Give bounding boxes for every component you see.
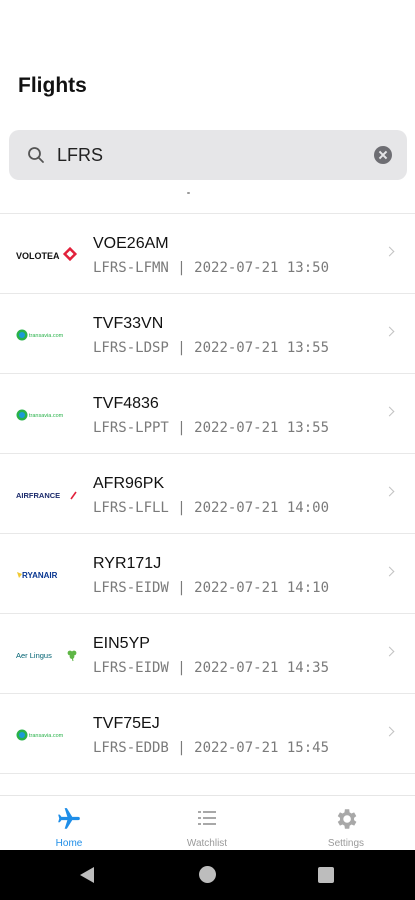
flight-row[interactable]: RYANAIR RYR171J LFRS-EIDW | 2022-07-21 1… <box>0 534 415 614</box>
flight-details: LFRS-EIDW | 2022-07-21 14:35 <box>93 660 330 676</box>
gear-icon <box>333 806 359 837</box>
air-france-logo: AIRFRANCE <box>16 484 78 506</box>
flight-callsign: TVF75EJ <box>93 715 160 732</box>
flight-row[interactable]: transavia.com TVF75EJ LFRS-EDDB | 2022-0… <box>0 694 415 774</box>
transavia-logo-text: transavia.com <box>29 413 64 419</box>
flight-callsign: TVF4836 <box>93 395 159 412</box>
home-icon[interactable] <box>199 866 216 883</box>
flight-details: LFRS-LFMN | 2022-07-21 13:50 <box>93 260 330 276</box>
flight-route: LFRS-EIDW <box>93 580 169 596</box>
flight-callsign: EIN5YP <box>93 635 150 652</box>
system-nav-bar <box>0 850 415 900</box>
flight-row[interactable]: AIRFRANCE AFR96PK LFRS-LFLL | 2022-07-21… <box>0 454 415 534</box>
ryanair-logo: RYANAIR <box>16 564 78 586</box>
tab-label: Watchlist <box>186 838 228 849</box>
flight-details: LFRS-LFLL | 2022-07-21 14:00 <box>93 500 330 516</box>
tab-home[interactable]: Home <box>0 796 138 851</box>
flight-route: LFRS-LDSP <box>93 340 169 356</box>
flight-list: VOLOTEA VOE26AM LFRS-LFMN | 2022-07-21 1… <box>0 213 415 774</box>
flight-details: LFRS-EIDW | 2022-07-21 14:10 <box>93 580 330 596</box>
tab-settings[interactable]: Settings <box>277 796 415 851</box>
recents-icon[interactable] <box>318 867 334 883</box>
flight-details: LFRS-LDSP | 2022-07-21 13:55 <box>93 340 330 356</box>
transavia-logo: transavia.com <box>16 404 78 426</box>
search-bar[interactable] <box>9 130 407 180</box>
chevron-right-icon <box>384 566 395 577</box>
flight-time: 2022-07-21 13:55 <box>194 420 330 436</box>
transavia-logo-text: transavia.com <box>29 733 64 739</box>
flight-time: 2022-07-21 14:35 <box>194 660 330 676</box>
airplane-icon <box>56 806 82 837</box>
tab-bar: Home Watchlist Settings <box>0 795 415 850</box>
chevron-right-icon <box>384 406 395 417</box>
flight-callsign: RYR171J <box>93 555 162 572</box>
flight-time: 2022-07-21 14:10 <box>194 580 330 596</box>
clear-search-icon[interactable] <box>374 146 392 164</box>
tab-label: Home <box>55 838 83 849</box>
flight-route: LFRS-EIDW <box>93 660 169 676</box>
ryanair-logo-text: RYANAIR <box>22 571 58 580</box>
flight-time: 2022-07-21 13:55 <box>194 340 330 356</box>
flight-route: LFRS-LFLL <box>93 500 169 516</box>
aer-lingus-logo: Aer Lingus <box>16 644 78 666</box>
flight-callsign: TVF33VN <box>93 315 164 332</box>
transavia-logo: transavia.com <box>16 724 78 746</box>
flight-row[interactable]: VOLOTEA VOE26AM LFRS-LFMN | 2022-07-21 1… <box>0 214 415 294</box>
chevron-right-icon <box>384 486 395 497</box>
chevron-right-icon <box>384 326 395 337</box>
flight-callsign: VOE26AM <box>93 235 169 252</box>
flight-callsign: AFR96PK <box>93 475 165 492</box>
back-icon[interactable] <box>80 867 94 883</box>
search-input[interactable] <box>57 140 357 170</box>
flight-time: 2022-07-21 15:45 <box>194 740 330 756</box>
list-icon <box>195 806 219 835</box>
flight-row[interactable]: transavia.com TVF33VN LFRS-LDSP | 2022-0… <box>0 294 415 374</box>
tab-label: Settings <box>327 838 365 849</box>
search-icon <box>27 146 45 169</box>
flight-details: LFRS-LPPT | 2022-07-21 13:55 <box>93 420 330 436</box>
chevron-right-icon <box>384 246 395 257</box>
flight-row[interactable]: Aer Lingus EIN5YP LFRS-EIDW | 2022-07-21… <box>0 614 415 694</box>
flight-row[interactable]: transavia.com TVF4836 LFRS-LPPT | 2022-0… <box>0 374 415 454</box>
flight-time: 2022-07-21 13:50 <box>194 260 330 276</box>
page-title: Flights <box>18 74 87 97</box>
transavia-logo: transavia.com <box>16 324 78 346</box>
chevron-right-icon <box>384 646 395 657</box>
flight-time: 2022-07-21 14:00 <box>194 500 330 516</box>
flight-route: LFRS-LPPT <box>93 420 169 436</box>
volotea-logo: VOLOTEA <box>16 244 78 266</box>
tab-watchlist[interactable]: Watchlist <box>138 796 276 851</box>
volotea-logo-text: VOLOTEA <box>16 251 60 261</box>
flight-route: LFRS-LFMN <box>93 260 169 276</box>
chevron-right-icon <box>384 726 395 737</box>
refresh-indicator <box>187 192 190 194</box>
air-france-logo-text: AIRFRANCE <box>16 491 60 500</box>
flight-route: LFRS-EDDB <box>93 740 169 756</box>
flight-details: LFRS-EDDB | 2022-07-21 15:45 <box>93 740 330 756</box>
aer-lingus-logo-text: Aer Lingus <box>16 651 52 660</box>
transavia-logo-text: transavia.com <box>29 333 64 339</box>
